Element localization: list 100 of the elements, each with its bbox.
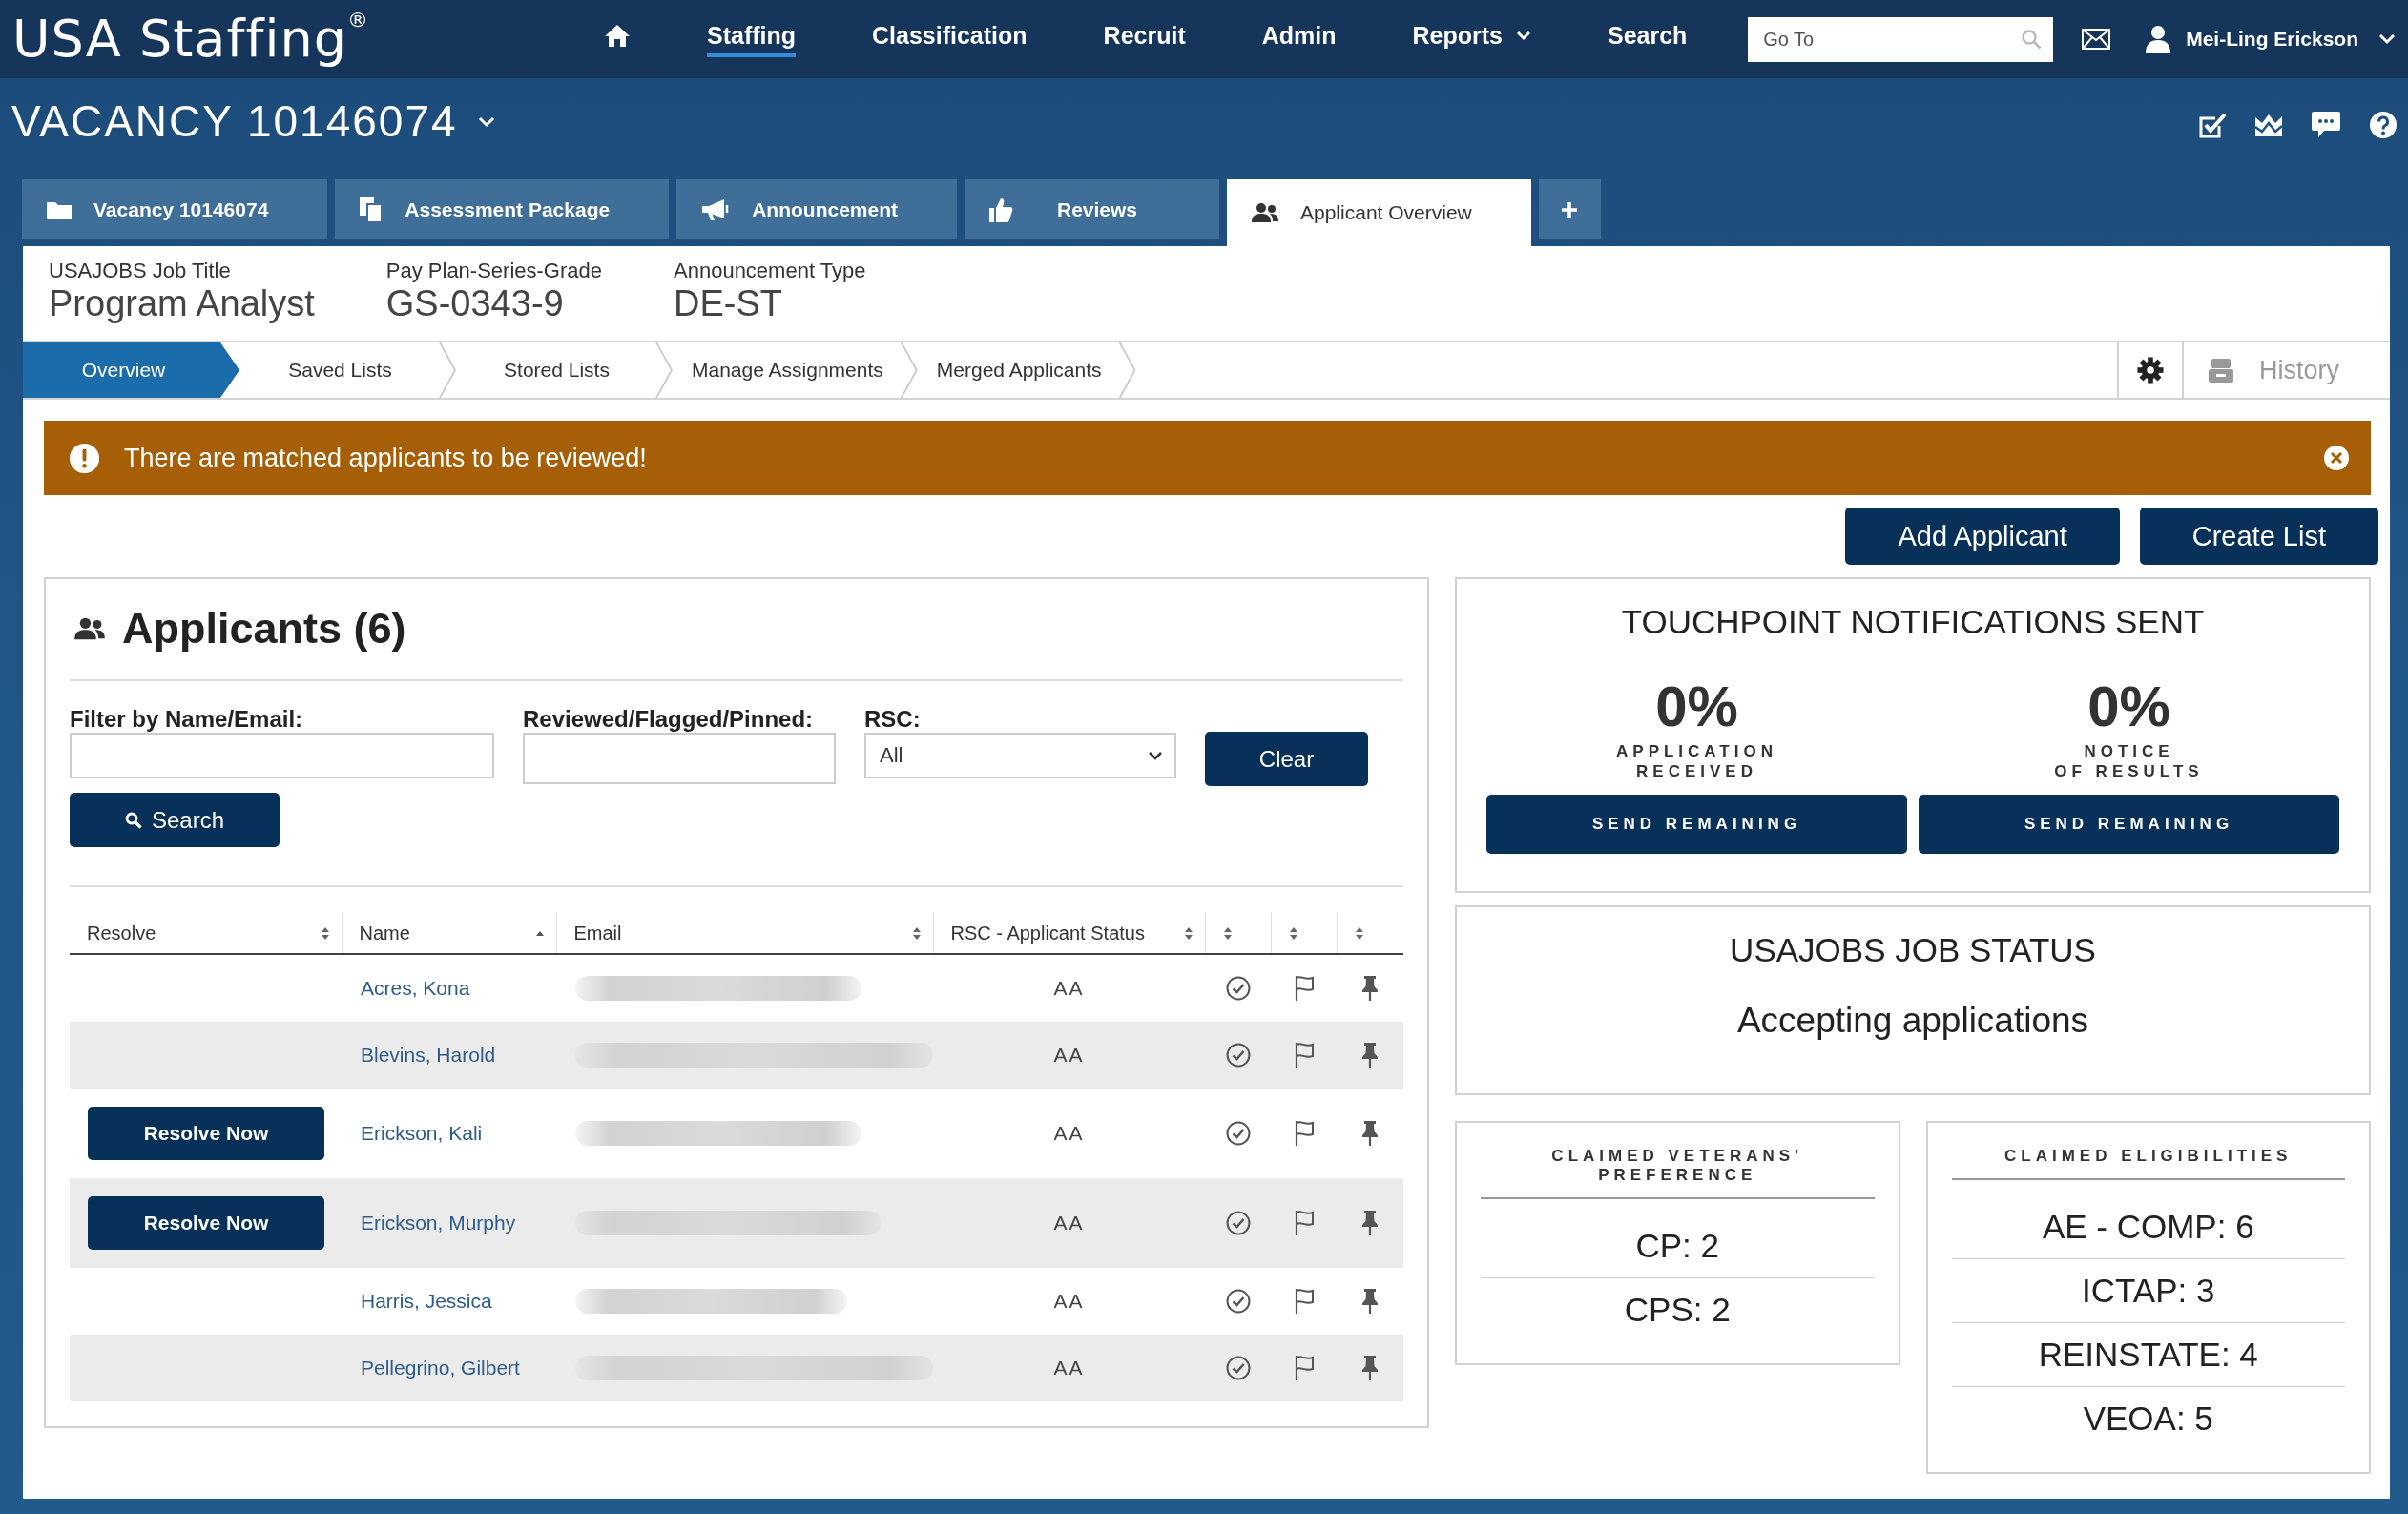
column-header[interactable]: Resolve bbox=[70, 913, 342, 954]
tab[interactable]: Vacancy 10146074 bbox=[22, 179, 328, 239]
count-item: ICTAP: 3 bbox=[1951, 1258, 2345, 1322]
home-icon bbox=[604, 23, 631, 48]
tab[interactable]: Announcement bbox=[676, 179, 957, 239]
clear-button[interactable]: Clear bbox=[1205, 732, 1368, 786]
check-circle-icon[interactable] bbox=[1224, 1288, 1252, 1315]
text-field[interactable] bbox=[70, 733, 494, 778]
caret-icon bbox=[2378, 33, 2396, 45]
panel-title: Applicants (6) bbox=[122, 605, 406, 653]
applicant-name-link[interactable]: Harris, Jessica bbox=[361, 1290, 492, 1312]
percent-value: 0% bbox=[1654, 678, 1739, 736]
nav-link[interactable]: Staffing bbox=[707, 21, 797, 57]
card-title: CLAIMED VETERANS' PREFERENCE bbox=[1481, 1147, 1875, 1199]
count-item: CPS: 2 bbox=[1481, 1277, 1875, 1341]
status-text: AA bbox=[1053, 1122, 1085, 1144]
breadcrumb-tab[interactable]: Manage Assignments bbox=[673, 342, 918, 398]
pin-icon[interactable] bbox=[1360, 1288, 1380, 1315]
search-icon bbox=[124, 811, 142, 829]
send-remaining-button[interactable]: SEND REMAINING bbox=[1486, 795, 1907, 854]
select-field[interactable]: All bbox=[864, 733, 1176, 778]
applicant-name-link[interactable]: Erickson, Murphy bbox=[361, 1212, 516, 1234]
resolve-button[interactable]: Resolve Now bbox=[88, 1196, 324, 1250]
nav-link[interactable]: Search bbox=[1608, 21, 1688, 57]
breadcrumb-tab[interactable]: Overview bbox=[23, 342, 239, 398]
action-button[interactable]: Add Applicant bbox=[1845, 508, 2120, 565]
breadcrumb-tab[interactable]: Merged Applicants bbox=[917, 342, 1136, 398]
flag-icon[interactable] bbox=[1293, 1042, 1315, 1068]
check-circle-icon[interactable] bbox=[1224, 1042, 1252, 1068]
pin-icon[interactable] bbox=[1360, 1210, 1380, 1236]
nav-link[interactable]: Classification bbox=[872, 21, 1028, 57]
flag-icon[interactable] bbox=[1293, 1355, 1315, 1381]
logo[interactable]: USA Staffing$^{®}$ bbox=[12, 13, 369, 65]
exclamation-icon bbox=[69, 442, 100, 474]
check-circle-icon[interactable] bbox=[1224, 975, 1252, 1002]
stat-label: NOTICE OF RESULTS bbox=[2053, 741, 2205, 781]
checkbox-icon[interactable] bbox=[2198, 112, 2227, 138]
tab[interactable]: Applicant Overview bbox=[1227, 179, 1531, 246]
caret-icon bbox=[1148, 751, 1163, 760]
column-header[interactable]: Email bbox=[556, 913, 933, 954]
flag-icon[interactable] bbox=[1293, 975, 1315, 1002]
users-icon bbox=[1251, 202, 1279, 223]
send-remaining-button[interactable]: SEND REMAINING bbox=[1919, 795, 2339, 854]
count-item: REINSTATE: 4 bbox=[1951, 1322, 2345, 1386]
mail-icon[interactable] bbox=[2082, 29, 2111, 50]
pin-icon[interactable] bbox=[1360, 1120, 1380, 1147]
percent-value: 0% bbox=[2086, 678, 2171, 736]
vacancy-dropdown[interactable]: VACANCY 10146074 bbox=[11, 99, 496, 143]
status-text: AA bbox=[1053, 1290, 1085, 1312]
applicant-name-link[interactable]: Acres, Kona bbox=[361, 977, 470, 999]
nav-link[interactable]: Recruit bbox=[1103, 21, 1186, 57]
users-icon bbox=[73, 616, 106, 641]
field-value: GS-0343-9 bbox=[385, 284, 565, 322]
alert-message: There are matched applicants to be reviewed! bbox=[124, 443, 647, 473]
area-chart-icon[interactable] bbox=[2254, 113, 2283, 137]
flag-icon[interactable] bbox=[1293, 1210, 1315, 1236]
status-value: Accepting applications bbox=[1735, 1000, 2090, 1042]
field-label: Announcement Type bbox=[674, 259, 866, 283]
close-icon[interactable] bbox=[2323, 445, 2350, 471]
text-field[interactable] bbox=[523, 733, 836, 784]
applicant-name-link[interactable]: Erickson, Kali bbox=[361, 1122, 483, 1144]
count-item: VEOA: 5 bbox=[1951, 1386, 2345, 1450]
pin-icon[interactable] bbox=[1360, 1042, 1380, 1068]
action-button[interactable]: Create List bbox=[2139, 508, 2378, 565]
goto-field[interactable]: Go To bbox=[1748, 16, 2054, 62]
card-title: USAJOBS JOB STATUS bbox=[1729, 931, 2097, 969]
pin-icon[interactable] bbox=[1360, 1355, 1380, 1381]
chat-icon[interactable] bbox=[2311, 111, 2341, 139]
column-header[interactable]: Name bbox=[342, 913, 556, 954]
breadcrumb-tab[interactable]: Saved Lists bbox=[239, 342, 456, 398]
resolve-button[interactable]: Resolve Now bbox=[88, 1107, 324, 1160]
field-label: Reviewed/Flagged/Pinned: bbox=[523, 706, 815, 733]
status-text: AA bbox=[1053, 1044, 1085, 1066]
flag-icon[interactable] bbox=[1293, 1120, 1315, 1147]
thumbs-up-icon bbox=[988, 196, 1013, 223]
settings-icon bbox=[2137, 357, 2164, 384]
nav-link[interactable]: Admin bbox=[1261, 21, 1337, 57]
tab[interactable]: Reviews bbox=[965, 179, 1219, 239]
column-header[interactable] bbox=[1337, 913, 1403, 954]
flag-icon[interactable] bbox=[1293, 1288, 1315, 1315]
user-icon bbox=[2145, 25, 2172, 53]
check-circle-icon[interactable] bbox=[1224, 1355, 1252, 1381]
count-item: CP: 2 bbox=[1634, 1226, 1720, 1266]
breadcrumb-tab[interactable]: Stored Lists bbox=[456, 342, 673, 398]
pin-icon[interactable] bbox=[1360, 975, 1380, 1002]
column-header[interactable] bbox=[1205, 913, 1271, 954]
column-header[interactable]: RSC - Applicant Status bbox=[933, 913, 1205, 954]
tab[interactable]: Assessment Package bbox=[335, 179, 670, 239]
status-text: AA bbox=[1053, 1357, 1085, 1379]
check-circle-icon[interactable] bbox=[1224, 1120, 1252, 1147]
check-circle-icon[interactable] bbox=[1224, 1210, 1252, 1236]
column-header[interactable] bbox=[1271, 913, 1337, 954]
field-label: Pay Plan-Series-Grade bbox=[385, 259, 602, 283]
user-menu[interactable]: Mei-Ling Erickson bbox=[2145, 25, 2396, 53]
add-tab-button[interactable] bbox=[1538, 179, 1601, 239]
status-text: AA bbox=[1053, 1212, 1085, 1234]
nav-dropdown[interactable]: Reports bbox=[1412, 21, 1531, 57]
search-icon bbox=[2021, 28, 2043, 50]
help-icon[interactable] bbox=[2369, 111, 2398, 139]
search-button[interactable]: Search bbox=[70, 793, 280, 847]
